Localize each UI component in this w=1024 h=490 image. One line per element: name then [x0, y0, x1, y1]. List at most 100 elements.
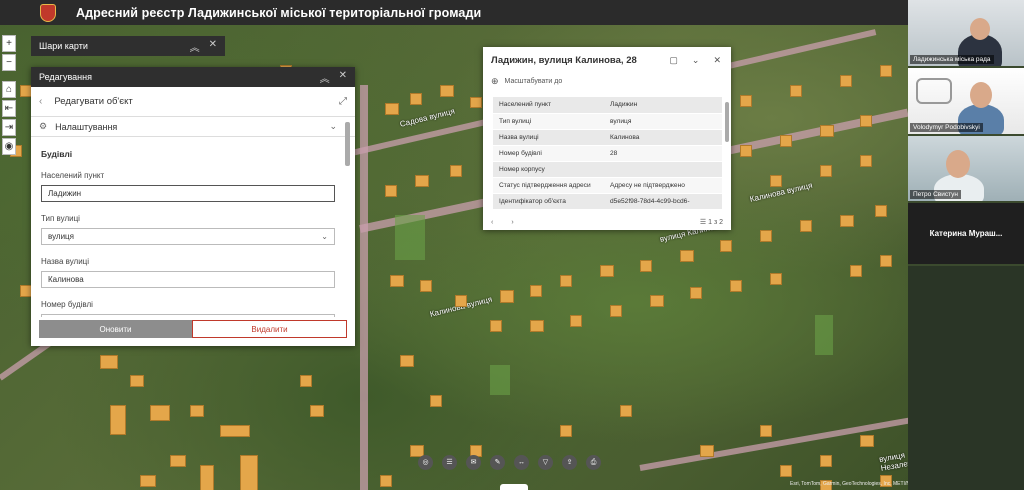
- building-footprint[interactable]: [600, 265, 614, 277]
- building-footprint[interactable]: [170, 455, 186, 467]
- building-footprint[interactable]: [790, 85, 802, 97]
- building-footprint[interactable]: [770, 273, 782, 285]
- chat-icon[interactable]: ✉: [466, 455, 481, 470]
- building-footprint[interactable]: [570, 315, 582, 327]
- building-footprint[interactable]: [490, 320, 502, 332]
- building-footprint[interactable]: [310, 405, 324, 417]
- zoom-in-button[interactable]: +: [2, 35, 16, 52]
- widget-icon[interactable]: ◎: [418, 455, 433, 470]
- close-icon[interactable]: ✕: [339, 70, 347, 85]
- scroll-thumb[interactable]: [345, 122, 350, 166]
- building-footprint[interactable]: [780, 135, 792, 147]
- building-footprint[interactable]: [820, 455, 832, 467]
- building-footprint[interactable]: [860, 435, 874, 447]
- building-footprint[interactable]: [390, 275, 404, 287]
- form-scrollbar[interactable]: [345, 122, 350, 312]
- building-footprint[interactable]: [760, 230, 772, 242]
- building-footprint[interactable]: [760, 425, 772, 437]
- building-footprint[interactable]: [385, 185, 397, 197]
- back-icon[interactable]: ‹: [39, 96, 42, 107]
- building-footprint[interactable]: [875, 205, 887, 217]
- print-icon[interactable]: ⎙: [586, 455, 601, 470]
- building-footprint[interactable]: [560, 425, 572, 437]
- building-footprint[interactable]: [780, 465, 792, 477]
- building-footprint[interactable]: [450, 165, 462, 177]
- settlement-input[interactable]: Ладижин: [41, 185, 335, 202]
- building-footprint[interactable]: [300, 375, 312, 387]
- building-footprint[interactable]: [650, 295, 664, 307]
- video-tile[interactable]: Петро Свистун: [908, 136, 1024, 201]
- building-footprint[interactable]: [415, 175, 429, 187]
- building-footprint[interactable]: [860, 155, 872, 167]
- dock-icon[interactable]: ▢: [669, 55, 678, 66]
- building-footprint[interactable]: [560, 275, 572, 287]
- building-footprint[interactable]: [150, 405, 170, 421]
- compass-button[interactable]: ◉: [2, 138, 16, 155]
- building-footprint[interactable]: [430, 395, 442, 407]
- building-footprint[interactable]: [610, 305, 622, 317]
- delete-button[interactable]: Видалити: [192, 320, 347, 338]
- building-footprint[interactable]: [640, 260, 652, 272]
- building-footprint[interactable]: [190, 405, 204, 417]
- building-footprint[interactable]: [420, 280, 432, 292]
- building-footprint[interactable]: [820, 165, 832, 177]
- settings-row[interactable]: ⚙ Налаштування ⌄: [31, 117, 355, 137]
- list-icon[interactable]: ☰: [700, 218, 708, 226]
- building-footprint[interactable]: [850, 265, 862, 277]
- building-footprint[interactable]: [840, 75, 852, 87]
- building-footprint[interactable]: [880, 65, 892, 77]
- building-footprint[interactable]: [110, 405, 126, 435]
- video-tile[interactable]: Ладижинська міська рада: [908, 0, 1024, 66]
- zoom-to-action[interactable]: ⊕ Масштабувати до: [483, 73, 731, 89]
- building-footprint[interactable]: [740, 145, 752, 157]
- building-footprint[interactable]: [470, 97, 482, 108]
- edit-icon[interactable]: ✎: [490, 455, 505, 470]
- building-footprint[interactable]: [840, 215, 854, 227]
- previous-extent-button[interactable]: ⇤: [2, 100, 16, 117]
- building-footprint[interactable]: [700, 445, 714, 457]
- collapse-icon[interactable]: ︽: [190, 39, 200, 54]
- building-footprint[interactable]: [740, 95, 752, 107]
- close-icon[interactable]: ✕: [713, 55, 721, 66]
- building-footprint[interactable]: [860, 115, 872, 127]
- building-footprint[interactable]: [620, 405, 632, 417]
- building-footprint[interactable]: [720, 240, 732, 252]
- close-icon[interactable]: ✕: [209, 39, 217, 54]
- expand-icon[interactable]: ⤢: [339, 96, 347, 107]
- building-footprint[interactable]: [440, 85, 454, 97]
- measure-icon[interactable]: ↔: [514, 455, 529, 470]
- toolbar-handle[interactable]: [500, 484, 528, 490]
- video-tile[interactable]: Катерина Мураш...: [908, 203, 1024, 264]
- street-name-input[interactable]: Калинова: [41, 271, 335, 288]
- building-footprint[interactable]: [380, 475, 392, 487]
- building-footprint[interactable]: [730, 280, 742, 292]
- building-footprint[interactable]: [500, 290, 514, 303]
- next-extent-button[interactable]: ⇥: [2, 119, 16, 136]
- building-footprint[interactable]: [240, 455, 258, 490]
- building-footprint[interactable]: [385, 103, 399, 115]
- building-footprint[interactable]: [680, 250, 694, 262]
- popup-scrollbar[interactable]: [725, 102, 729, 142]
- street-type-select[interactable]: вулиця ⌄: [41, 228, 335, 245]
- building-footprint[interactable]: [130, 375, 144, 387]
- building-footprint[interactable]: [220, 425, 250, 437]
- list-icon[interactable]: ☰: [442, 455, 457, 470]
- building-footprint[interactable]: [820, 125, 834, 137]
- building-footprint[interactable]: [530, 320, 544, 332]
- share-icon[interactable]: ⇪: [562, 455, 577, 470]
- previous-icon[interactable]: ‹: [491, 219, 493, 226]
- building-footprint[interactable]: [455, 295, 467, 307]
- building-footprint[interactable]: [140, 475, 156, 487]
- zoom-out-button[interactable]: −: [2, 54, 16, 71]
- video-tile[interactable]: Volodymyr Podobivskyi: [908, 68, 1024, 134]
- filter-icon[interactable]: ▽: [538, 455, 553, 470]
- building-footprint[interactable]: [690, 287, 702, 299]
- building-footprint[interactable]: [530, 285, 542, 297]
- building-footprint[interactable]: [410, 93, 422, 105]
- chevron-down-icon[interactable]: ⌄: [692, 55, 700, 66]
- building-footprint[interactable]: [880, 255, 892, 267]
- building-footprint[interactable]: [800, 220, 812, 232]
- building-footprint[interactable]: [100, 355, 118, 369]
- building-footprint[interactable]: [200, 465, 214, 490]
- home-button[interactable]: ⌂: [2, 81, 16, 98]
